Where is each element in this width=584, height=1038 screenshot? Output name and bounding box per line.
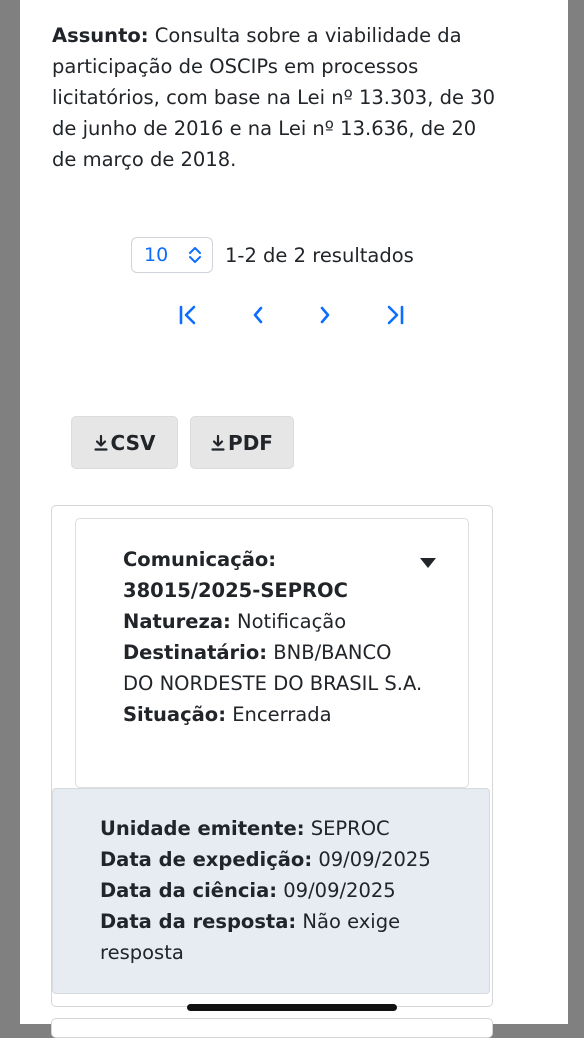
export-pdf-button[interactable]: PDF <box>190 416 294 469</box>
situacao-label: Situação: <box>123 703 227 726</box>
subject-paragraph: Assunto: Consulta sobre a viabilidade da… <box>52 20 502 175</box>
caret-down-icon[interactable] <box>419 554 437 568</box>
export-csv-button[interactable]: CSV <box>71 416 178 469</box>
unidade-value: SEPROC <box>304 817 390 840</box>
natureza-value: Notificação <box>230 610 347 633</box>
destinatario-label: Destinatário: <box>123 641 268 664</box>
natureza-label: Natureza: <box>123 610 231 633</box>
page-size-select[interactable]: 10 <box>131 237 213 273</box>
first-page-icon[interactable] <box>174 300 204 330</box>
pagination-row: 10 1-2 de 2 resultados <box>131 236 414 274</box>
download-icon <box>211 434 225 452</box>
prev-page-icon[interactable] <box>243 300 273 330</box>
comunicacao-label: Comunicação: <box>123 548 277 571</box>
results-count: 1-2 de 2 resultados <box>225 243 414 267</box>
export-pdf-label: PDF <box>228 430 273 455</box>
chevron-updown-icon <box>188 246 202 264</box>
export-csv-label: CSV <box>110 430 156 455</box>
last-page-icon[interactable] <box>379 300 409 330</box>
communication-details: Unidade emitente: SEPROC Data de expediç… <box>100 813 460 968</box>
ciencia-value: 09/09/2025 <box>277 879 396 902</box>
resposta-label: Data da resposta: <box>100 910 297 933</box>
home-indicator[interactable] <box>187 1004 397 1011</box>
situacao-value: Encerrada <box>226 703 332 726</box>
expedicao-label: Data de expedição: <box>100 848 313 871</box>
download-icon <box>93 434 108 452</box>
communication-summary: Comunicação: 38015/2025-SEPROC Natureza:… <box>123 544 423 730</box>
ciencia-label: Data da ciência: <box>100 879 278 902</box>
comunicacao-value: 38015/2025-SEPROC <box>123 579 348 602</box>
unidade-label: Unidade emitente: <box>100 817 305 840</box>
subject-label: Assunto: <box>52 24 149 47</box>
expedicao-value: 09/09/2025 <box>312 848 431 871</box>
page-size-value: 10 <box>144 244 169 266</box>
next-communication-card[interactable] <box>51 1018 493 1038</box>
next-page-icon[interactable] <box>310 300 340 330</box>
